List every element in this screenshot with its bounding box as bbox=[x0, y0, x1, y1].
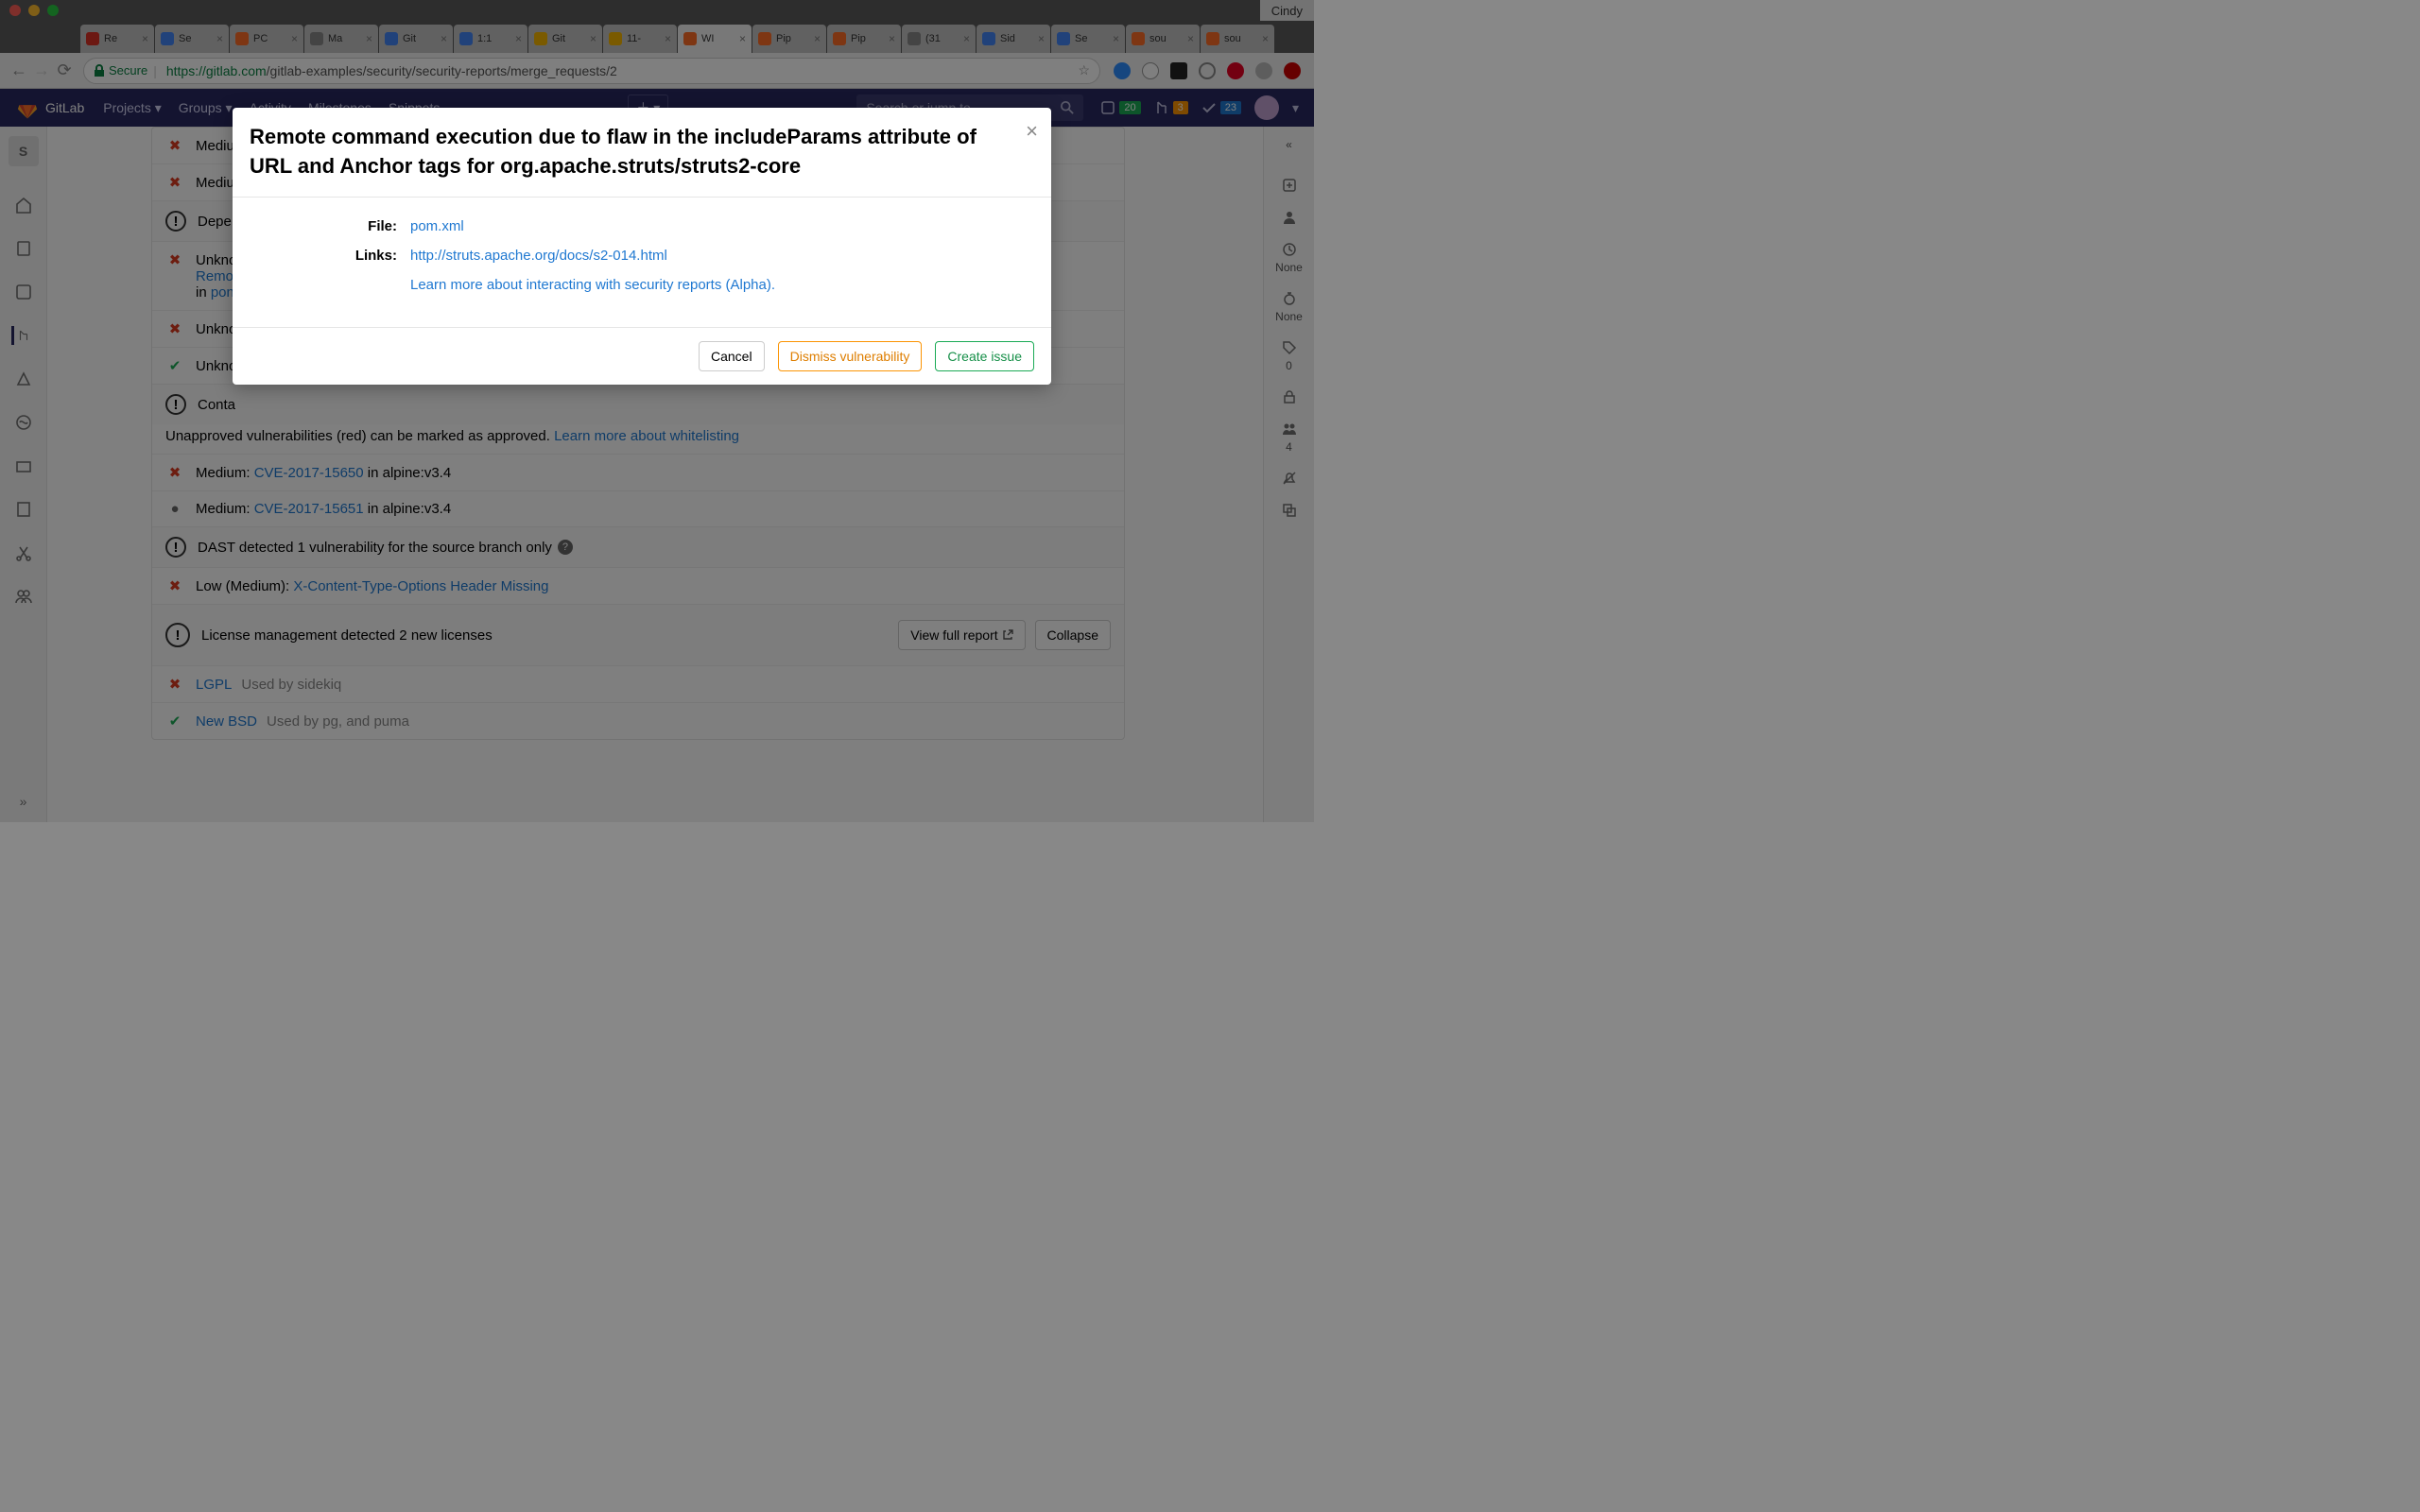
file-label: File: bbox=[250, 218, 410, 234]
close-icon[interactable]: × bbox=[1026, 119, 1038, 144]
modal-header: Remote command execution due to flaw in … bbox=[233, 108, 1051, 198]
external-link[interactable]: http://struts.apache.org/docs/s2-014.htm… bbox=[410, 248, 667, 264]
cancel-button[interactable]: Cancel bbox=[699, 341, 765, 371]
dismiss-button[interactable]: Dismiss vulnerability bbox=[778, 341, 923, 371]
create-issue-button[interactable]: Create issue bbox=[935, 341, 1034, 371]
learn-more-link[interactable]: Learn more about interacting with securi… bbox=[410, 277, 775, 293]
file-link[interactable]: pom.xml bbox=[410, 218, 464, 234]
links-label: Links: bbox=[250, 248, 410, 264]
modal-title: Remote command execution due to flaw in … bbox=[250, 123, 1013, 181]
modal-footer: Cancel Dismiss vulnerability Create issu… bbox=[233, 327, 1051, 385]
modal-body: File: pom.xml Links: http://struts.apach… bbox=[233, 198, 1051, 327]
vulnerability-modal: Remote command execution due to flaw in … bbox=[233, 108, 1051, 385]
